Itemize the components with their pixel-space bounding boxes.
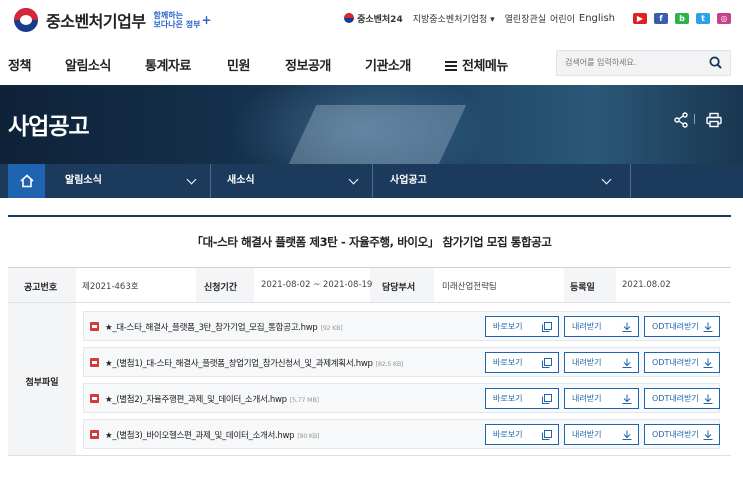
preview-button[interactable]: 바로보기	[485, 352, 559, 373]
chevron-down-icon[interactable]	[348, 174, 359, 185]
odt-download-button[interactable]: ODT내려받기	[644, 352, 720, 373]
site-logo[interactable]: 중소벤처기업부 함께하는 보다나은 정부 +	[14, 8, 212, 32]
value-notice-number: 제2021-463호	[82, 282, 139, 292]
odt-download-button[interactable]: ODT내려받기	[644, 388, 720, 409]
twitter-icon[interactable]: t	[696, 13, 710, 24]
logo-slogan: 함께하는 보다나은 정부	[153, 11, 201, 29]
hwp-file-icon	[90, 394, 99, 403]
file-size: [92 KB]	[320, 324, 343, 332]
download-button[interactable]: 내려받기	[564, 352, 639, 373]
instagram-icon[interactable]: ◎	[717, 13, 731, 24]
hwp-file-icon	[90, 430, 99, 439]
download-icon	[622, 358, 632, 368]
top-bar: 중소벤처기업부 함께하는 보다나은 정부 + 중소벤처24 지방중소벤처기업청 …	[0, 0, 743, 40]
download-button[interactable]: 내려받기	[564, 388, 639, 409]
facebook-icon[interactable]: f	[654, 13, 668, 24]
hwp-file-icon	[90, 358, 99, 367]
odt-download-button[interactable]: ODT내려받기	[644, 316, 720, 337]
preview-icon	[542, 394, 552, 404]
attachment-row: ★_대-스타_해결사_플랫폼_3탄_참가기업_모집_통합공고.hwp [92 KB…	[83, 311, 720, 341]
link-kids[interactable]: 어린이	[550, 12, 575, 25]
nav-about[interactable]: 기관소개	[365, 55, 411, 74]
nav-all-menu[interactable]: 전체메뉴	[445, 55, 508, 74]
breadcrumb-level-3[interactable]: 사업공고	[390, 164, 427, 198]
post-title: 「대-스타 해결사 플랫폼 제3탄 - 자율주행, 바이오」 참가기업 모집 통…	[191, 235, 552, 249]
download-icon	[703, 358, 713, 368]
hwp-file-icon	[90, 322, 99, 331]
youtube-icon[interactable]: ▶	[633, 13, 647, 24]
file-size: [80 KB]	[297, 432, 320, 440]
search-input[interactable]	[565, 58, 705, 67]
link-regional-offices[interactable]: 지방중소벤처기업청 ▾	[413, 12, 495, 25]
download-icon	[703, 430, 713, 440]
home-button[interactable]	[8, 164, 45, 198]
home-icon	[20, 174, 34, 188]
nav-civil-service[interactable]: 민원	[227, 55, 250, 74]
attachment-link[interactable]: ★_(별첨1)_대-스타_해결사_플랫폼_창업기업_참가신청서_및_과제계획서.…	[105, 357, 404, 369]
page-banner: 사업공고	[0, 85, 743, 164]
page-title: 사업공고	[8, 114, 90, 140]
label-department: 담당부서	[382, 283, 416, 293]
preview-button[interactable]: 바로보기	[485, 388, 559, 409]
attachment-row: ★_(별첨1)_대-스타_해결사_플랫폼_창업기업_참가신청서_및_과제계획서.…	[83, 347, 720, 377]
attachment-link[interactable]: ★_(별첨2)_자율주행편_과제_및_데이터_소개서.hwp [5.77 MB]	[105, 393, 319, 405]
content-divider	[8, 215, 731, 217]
nav-statistics[interactable]: 통계자료	[145, 55, 191, 74]
label-application-period: 신청기간	[204, 283, 238, 293]
post-info-table: 공고번호 제2021-463호 신청기간 2021-08-02 ~ 2021-0…	[8, 267, 731, 303]
breadcrumb: 알림소식 새소식 사업공고	[0, 164, 743, 198]
utility-links: 중소벤처24 지방중소벤처기업청 ▾ 열린장관실 어린이 English ▶ f b…	[334, 12, 731, 25]
print-icon[interactable]	[706, 112, 722, 128]
breadcrumb-level-1[interactable]: 알림소식	[65, 164, 102, 198]
chevron-down-icon[interactable]	[186, 174, 197, 185]
attachments-section: 첨부파일 ★_대-스타_해결사_플랫폼_3탄_참가기업_모집_통합공고.hwp[…	[8, 303, 731, 456]
download-icon	[622, 394, 632, 404]
download-icon	[622, 322, 632, 332]
chevron-down-icon[interactable]	[601, 174, 612, 185]
file-size: [5.77 MB]	[289, 396, 319, 404]
search-icon[interactable]	[709, 56, 722, 69]
download-icon	[703, 322, 713, 332]
preview-icon	[542, 322, 552, 332]
nav-policy[interactable]: 정책	[8, 55, 31, 74]
link-open-office[interactable]: 열린장관실	[505, 12, 546, 25]
download-button[interactable]: 내려받기	[564, 316, 639, 337]
plus-icon: +	[201, 12, 212, 27]
breadcrumb-level-2[interactable]: 새소식	[227, 164, 255, 198]
download-icon	[703, 394, 713, 404]
hamburger-icon	[445, 61, 457, 71]
logo-name: 중소벤처기업부	[46, 12, 146, 31]
preview-button[interactable]: 바로보기	[485, 424, 559, 445]
attachment-row: ★_(별첨2)_자율주행편_과제_및_데이터_소개서.hwp [5.77 MB] 바…	[83, 383, 720, 413]
label-registered-date: 등록일	[570, 283, 595, 293]
label-notice-number: 공고번호	[24, 283, 58, 293]
preview-button[interactable]: 바로보기	[485, 316, 559, 337]
value-department: 미래산업전략팀	[442, 282, 497, 292]
main-navigation: 정책 알림소식 통계자료 민원 정보공개 기관소개 전체메뉴	[0, 44, 743, 82]
preview-icon	[542, 430, 552, 440]
link-mss24[interactable]: 중소벤처24	[344, 12, 403, 25]
attachment-link[interactable]: ★_(별첨3)_바이오헬스편_과제_및_데이터_소개서.hwp [80 KB]	[105, 429, 320, 441]
preview-icon	[542, 358, 552, 368]
odt-download-button[interactable]: ODT내려받기	[644, 424, 720, 445]
search-box	[556, 50, 731, 76]
blog-icon[interactable]: b	[675, 13, 689, 24]
download-icon	[622, 430, 632, 440]
nav-news[interactable]: 알림소식	[65, 55, 111, 74]
label-attachments: 첨부파일	[25, 378, 59, 388]
attachment-row: ★_(별첨3)_바이오헬스편_과제_및_데이터_소개서.hwp [80 KB] 바로…	[83, 419, 720, 449]
government-emblem-icon	[14, 8, 38, 32]
file-size: [82.5 KB]	[375, 360, 404, 368]
nav-info-disclosure[interactable]: 정보공개	[285, 55, 331, 74]
share-icon[interactable]	[674, 112, 688, 128]
value-registered-date: 2021.08.02	[622, 280, 671, 290]
download-button[interactable]: 내려받기	[564, 424, 639, 445]
value-application-period: 2021-08-02 ~ 2021-08-19	[261, 280, 373, 290]
link-english[interactable]: English	[579, 13, 615, 24]
mss24-logo-icon	[344, 13, 355, 23]
attachment-link[interactable]: ★_대-스타_해결사_플랫폼_3탄_참가기업_모집_통합공고.hwp [92 KB…	[105, 321, 343, 333]
